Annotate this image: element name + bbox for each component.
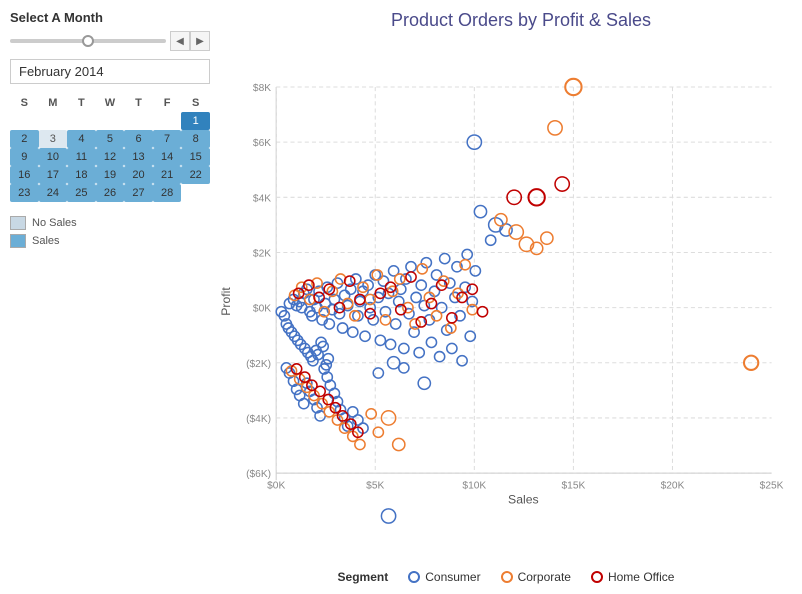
svg-text:$20K: $20K bbox=[661, 480, 685, 491]
calendar-header: M bbox=[39, 94, 68, 112]
calendar-day[interactable]: 22 bbox=[181, 166, 210, 184]
segment-legend: Segment Consumer Corporate Home Office bbox=[220, 570, 792, 584]
slider-thumb[interactable] bbox=[82, 35, 94, 47]
calendar-day[interactable]: 8 bbox=[181, 130, 210, 148]
calendar-day[interactable]: 28 bbox=[153, 184, 182, 202]
calendar-day bbox=[10, 112, 39, 130]
svg-text:($4K): ($4K) bbox=[246, 414, 271, 425]
svg-text:$0K: $0K bbox=[267, 480, 285, 491]
next-month-button[interactable]: ▶ bbox=[190, 31, 210, 51]
svg-text:$2K: $2K bbox=[253, 249, 271, 260]
corporate-label: Corporate bbox=[518, 570, 571, 584]
calendar-header: W bbox=[96, 94, 125, 112]
calendar-day bbox=[96, 112, 125, 130]
svg-text:$5K: $5K bbox=[366, 480, 384, 491]
calendar-day[interactable]: 3 bbox=[39, 130, 68, 148]
right-panel: Product Orders by Profit & Sales Profit … bbox=[220, 0, 802, 594]
no-sales-label: No Sales bbox=[32, 217, 77, 229]
calendar: SMTWTFS 12345678910111213141516171819202… bbox=[10, 94, 210, 202]
calendar-legend: No Sales Sales bbox=[10, 216, 210, 248]
home-office-icon bbox=[591, 571, 603, 583]
calendar-day[interactable]: 6 bbox=[124, 130, 153, 148]
calendar-header: T bbox=[124, 94, 153, 112]
calendar-day bbox=[153, 112, 182, 130]
svg-text:$6K: $6K bbox=[253, 138, 271, 149]
svg-text:$15K: $15K bbox=[561, 480, 585, 491]
calendar-day[interactable]: 26 bbox=[96, 184, 125, 202]
calendar-day[interactable]: 21 bbox=[153, 166, 182, 184]
slider-track[interactable] bbox=[10, 39, 166, 43]
segment-label: Segment bbox=[338, 570, 389, 584]
calendar-header: T bbox=[67, 94, 96, 112]
calendar-day bbox=[124, 112, 153, 130]
svg-text:($6K): ($6K) bbox=[246, 469, 271, 480]
calendar-header: S bbox=[10, 94, 39, 112]
calendar-day[interactable]: 12 bbox=[96, 148, 125, 166]
calendar-header: S bbox=[181, 94, 210, 112]
consumer-legend: Consumer bbox=[408, 570, 480, 584]
x-axis-label: Sales bbox=[508, 493, 539, 507]
calendar-day[interactable]: 5 bbox=[96, 130, 125, 148]
consumer-label: Consumer bbox=[425, 570, 480, 584]
home-office-legend: Home Office bbox=[591, 570, 674, 584]
calendar-day[interactable]: 9 bbox=[10, 148, 39, 166]
prev-month-button[interactable]: ◀ bbox=[170, 31, 190, 51]
calendar-day[interactable]: 17 bbox=[39, 166, 68, 184]
calendar-day bbox=[67, 112, 96, 130]
left-panel: Select A Month ◀ ▶ February 2014 SMTWTFS… bbox=[0, 0, 220, 594]
chart-area: Profit $8K $6K $4K $2K bbox=[220, 37, 792, 566]
month-slider[interactable]: ◀ ▶ bbox=[10, 31, 210, 51]
select-month-title: Select A Month bbox=[10, 10, 210, 25]
calendar-day bbox=[181, 184, 210, 202]
month-display: February 2014 bbox=[10, 59, 210, 84]
consumer-icon bbox=[408, 571, 420, 583]
svg-text:$8K: $8K bbox=[253, 83, 271, 94]
svg-text:$4K: $4K bbox=[253, 193, 271, 204]
svg-text:$10K: $10K bbox=[462, 480, 486, 491]
calendar-day[interactable]: 19 bbox=[96, 166, 125, 184]
calendar-day[interactable]: 11 bbox=[67, 148, 96, 166]
sales-label: Sales bbox=[32, 235, 60, 247]
calendar-day[interactable]: 23 bbox=[10, 184, 39, 202]
scatter-plot: Profit $8K $6K $4K $2K bbox=[220, 37, 792, 566]
calendar-day[interactable]: 27 bbox=[124, 184, 153, 202]
calendar-day[interactable]: 13 bbox=[124, 148, 153, 166]
calendar-day[interactable]: 16 bbox=[10, 166, 39, 184]
calendar-day[interactable]: 18 bbox=[67, 166, 96, 184]
corporate-icon bbox=[501, 571, 513, 583]
svg-text:($2K): ($2K) bbox=[246, 359, 271, 370]
calendar-day[interactable]: 1 bbox=[181, 112, 210, 130]
svg-text:$25K: $25K bbox=[760, 480, 784, 491]
calendar-day[interactable]: 10 bbox=[39, 148, 68, 166]
chart-title: Product Orders by Profit & Sales bbox=[220, 10, 792, 31]
calendar-header: F bbox=[153, 94, 182, 112]
calendar-day[interactable]: 24 bbox=[39, 184, 68, 202]
calendar-day[interactable]: 25 bbox=[67, 184, 96, 202]
sales-legend: Sales bbox=[10, 234, 210, 248]
calendar-day[interactable]: 20 bbox=[124, 166, 153, 184]
corporate-legend: Corporate bbox=[501, 570, 571, 584]
calendar-day bbox=[39, 112, 68, 130]
calendar-day[interactable]: 4 bbox=[67, 130, 96, 148]
calendar-day[interactable]: 2 bbox=[10, 130, 39, 148]
y-axis-label: Profit bbox=[220, 287, 233, 316]
calendar-day[interactable]: 14 bbox=[153, 148, 182, 166]
calendar-day[interactable]: 7 bbox=[153, 130, 182, 148]
home-office-label: Home Office bbox=[608, 570, 674, 584]
svg-text:$0K: $0K bbox=[253, 304, 271, 315]
no-sale-icon bbox=[10, 216, 26, 230]
no-sales-legend: No Sales bbox=[10, 216, 210, 230]
calendar-day[interactable]: 15 bbox=[181, 148, 210, 166]
sale-icon bbox=[10, 234, 26, 248]
